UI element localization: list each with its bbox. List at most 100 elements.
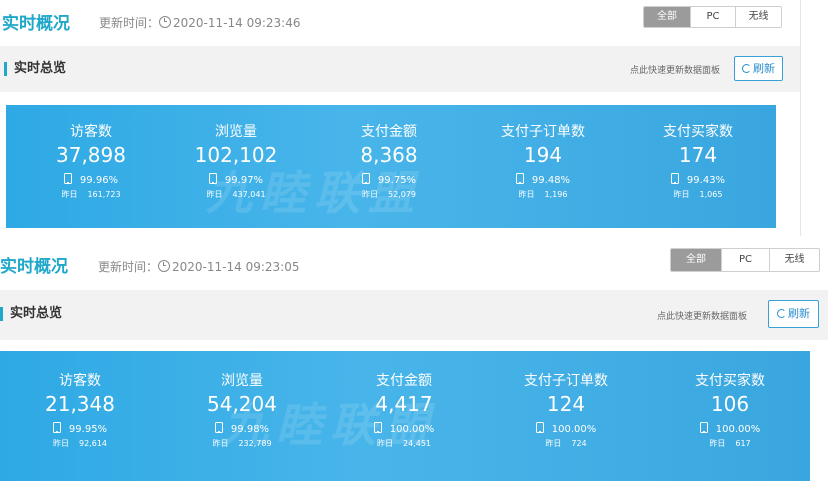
refresh-hint: 点此快速更新数据面板: [657, 312, 748, 322]
yesterday-label: 昨日: [709, 439, 726, 448]
source-segmented-control: 全部 PC 无线: [643, 6, 782, 28]
metric-pct-value: 100.00%: [715, 424, 761, 435]
refresh-label: 刷新: [788, 307, 810, 320]
segment-all[interactable]: 全部: [644, 7, 690, 27]
metric-visitors: 访客数 37,898 99.96% 昨日 161,723: [31, 121, 151, 200]
metric-label: 支付金额: [361, 124, 417, 140]
yesterday-value: 617: [735, 439, 751, 448]
metric-pageviews: 浏览量 102,102 99.97% 昨日 437,041: [176, 121, 296, 200]
metric-buyers: 支付买家数 106 100.00% 昨日 617: [668, 370, 792, 449]
segment-all[interactable]: 全部: [671, 249, 721, 271]
yesterday-label: 昨日: [53, 439, 69, 448]
yesterday-label: 昨日: [362, 190, 378, 199]
yesterday-label: 昨日: [212, 439, 229, 448]
metric-yesterday: 昨日 161,723: [31, 189, 151, 200]
panel-2-subbar: 实时总览 点此快速更新数据面板 刷新: [0, 290, 828, 340]
metric-pct-value: 99.95%: [68, 424, 108, 435]
yesterday-value: 724: [571, 439, 587, 448]
panel-2-metrics-card: 九睦联盟 访客数 21,348 99.95% 昨日 92,614 浏览量 54,2…: [0, 351, 810, 481]
metric-label: 支付金额: [376, 373, 432, 389]
metric-mobile-pct: 99.96%: [31, 173, 151, 186]
metric-pct-value: 100.00%: [389, 424, 435, 435]
metric-pageviews: 浏览量 54,204 99.98% 昨日 232,789: [182, 370, 302, 449]
metric-payment-amount: 支付金额 8,368 99.75% 昨日 52,079: [329, 121, 449, 200]
metric-pct-value: 99.75%: [377, 175, 417, 186]
metric-suborders: 支付子订单数 124 100.00% 昨日 724: [500, 370, 632, 449]
panel-1-metrics-card: 九睦联盟 访客数 37,898 99.96% 昨日 161,723 浏览量 102…: [6, 105, 776, 228]
segment-wireless[interactable]: 无线: [769, 249, 819, 271]
metric-yesterday: 昨日 24,451: [344, 438, 464, 449]
page-title: 实时概况: [0, 257, 68, 277]
update-time: 更新时间： 2020-11-14 09:23:05: [98, 258, 299, 275]
panel-2: 实时概况 更新时间： 2020-11-14 09:23:05 全部 PC 无线 实…: [0, 236, 828, 489]
segment-pc[interactable]: PC: [690, 7, 735, 27]
mobile-icon: [361, 173, 370, 184]
metric-mobile-pct: 99.98%: [182, 422, 302, 435]
metric-yesterday: 昨日 617: [668, 438, 792, 449]
update-time-label: 更新时间：: [99, 16, 160, 30]
metric-label: 访客数: [70, 124, 112, 140]
metric-value: 106: [710, 392, 750, 416]
metric-yesterday: 昨日 52,079: [329, 189, 449, 200]
metric-pct-value: 99.96%: [79, 175, 119, 186]
mobile-icon: [214, 422, 223, 433]
metric-mobile-pct: 99.95%: [20, 422, 140, 435]
yesterday-label: 昨日: [673, 190, 690, 199]
metric-label: 浏览量: [221, 373, 263, 389]
refresh-icon: [777, 309, 786, 318]
metric-pct-value: 99.43%: [686, 175, 726, 186]
metric-buyers: 支付买家数 174 99.43% 昨日 1,065: [638, 121, 758, 200]
metric-mobile-pct: 100.00%: [500, 422, 632, 435]
metric-label: 访客数: [59, 373, 101, 389]
segment-wireless[interactable]: 无线: [735, 7, 781, 27]
mobile-icon: [373, 422, 382, 433]
yesterday-value: 437,041: [232, 190, 266, 199]
refresh-button[interactable]: 刷新: [768, 300, 819, 328]
panel-1-header: 实时概况 更新时间： 2020-11-14 09:23:46 全部 PC 无线: [0, 0, 800, 46]
section-title: 实时总览: [0, 307, 62, 321]
refresh-icon: [742, 64, 751, 73]
mobile-icon: [699, 422, 708, 433]
metric-pct-value: 99.98%: [230, 424, 270, 435]
yesterday-label: 昨日: [545, 439, 562, 448]
metric-pct-value: 100.00%: [551, 424, 597, 435]
refresh-label: 刷新: [753, 62, 775, 75]
metric-value: 37,898: [56, 143, 126, 167]
yesterday-value: 24,451: [403, 439, 431, 448]
refresh-button[interactable]: 刷新: [734, 56, 783, 81]
metric-suborders: 支付子订单数 194 99.48% 昨日 1,196: [478, 121, 608, 200]
metric-value: 174: [678, 143, 718, 167]
metric-value: 102,102: [194, 143, 278, 167]
yesterday-value: 232,789: [238, 439, 272, 448]
mobile-icon: [208, 173, 217, 184]
metric-yesterday: 昨日 232,789: [182, 438, 302, 449]
metric-mobile-pct: 99.48%: [478, 173, 608, 186]
section-title: 实时总览: [4, 62, 66, 76]
metric-mobile-pct: 99.97%: [176, 173, 296, 186]
metric-value: 4,417: [375, 392, 433, 416]
metric-yesterday: 昨日 437,041: [176, 189, 296, 200]
metric-label: 浏览量: [215, 124, 257, 140]
mobile-icon: [52, 422, 61, 433]
yesterday-value: 1,065: [699, 190, 723, 199]
metric-mobile-pct: 100.00%: [668, 422, 792, 435]
mobile-icon: [63, 173, 72, 184]
panel-2-header: 实时概况 更新时间： 2020-11-14 09:23:05 全部 PC 无线: [0, 236, 828, 290]
metric-value: 124: [546, 392, 586, 416]
metric-payment-amount: 支付金额 4,417 100.00% 昨日 24,451: [344, 370, 464, 449]
source-segmented-control: 全部 PC 无线: [670, 248, 820, 272]
panel-1-edge: [800, 0, 801, 236]
yesterday-label: 昨日: [61, 190, 78, 199]
refresh-hint: 点此快速更新数据面板: [630, 66, 721, 76]
panel-1-subbar: 实时总览 点此快速更新数据面板 刷新: [0, 46, 800, 92]
metric-mobile-pct: 99.75%: [329, 173, 449, 186]
segment-pc[interactable]: PC: [721, 249, 769, 271]
metric-yesterday: 昨日 1,196: [478, 189, 608, 200]
update-time: 更新时间： 2020-11-14 09:23:46: [99, 14, 300, 31]
metric-value: 8,368: [360, 143, 418, 167]
panel-1: 实时概况 更新时间： 2020-11-14 09:23:46 全部 PC 无线 实…: [0, 0, 800, 236]
metric-pct-value: 99.48%: [531, 175, 571, 186]
metric-pct-value: 99.97%: [224, 175, 264, 186]
metric-value: 54,204: [207, 392, 277, 416]
update-time-value: 2020-11-14 09:23:46: [173, 16, 301, 30]
